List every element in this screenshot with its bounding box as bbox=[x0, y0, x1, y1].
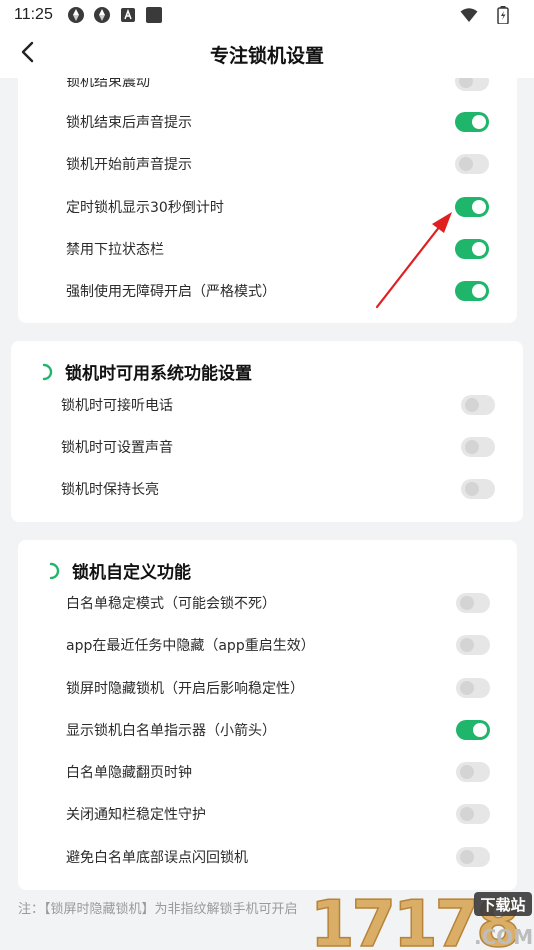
section-header: 锁机自定义功能 bbox=[48, 558, 191, 583]
toggle-switch[interactable] bbox=[456, 635, 490, 655]
section-header: 锁机时可用系统功能设置 bbox=[41, 359, 252, 384]
toggle-switch[interactable] bbox=[455, 239, 489, 259]
setting-row: 锁屏时隐藏锁机（开启后影响稳定性） bbox=[18, 667, 517, 709]
setting-row: app在最近任务中隐藏（app重启生效） bbox=[18, 624, 517, 666]
setting-label: 强制使用无障碍开启（严格模式） bbox=[66, 284, 276, 300]
setting-label: app在最近任务中隐藏（app重启生效） bbox=[66, 638, 315, 654]
loading-arc-icon bbox=[49, 562, 60, 579]
toggle-knob bbox=[465, 482, 479, 496]
toggle-switch[interactable] bbox=[456, 804, 490, 824]
setting-row: 白名单稳定模式（可能会锁不死） bbox=[18, 582, 517, 624]
settings-card-system-functions: 锁机时可用系统功能设置 锁机时可接听电话 锁机时可设置声音 锁机时保持长亮 bbox=[11, 341, 523, 522]
setting-label: 显示锁机白名单指示器（小箭头） bbox=[66, 723, 276, 739]
setting-label: 锁机结束后声音提示 bbox=[66, 115, 192, 131]
setting-row: 锁机时可设置声音 bbox=[11, 426, 523, 468]
setting-row: 锁机时保持长亮 bbox=[11, 468, 523, 510]
wifi-icon bbox=[460, 6, 478, 24]
toggle-knob bbox=[472, 284, 486, 298]
setting-row: 锁机时可接听电话 bbox=[11, 384, 523, 426]
watermark-logo: 17178 下载站 .COM bbox=[308, 886, 534, 950]
settings-card-lock-basic: 锁机结束震动 锁机结束后声音提示 锁机开始前声音提示 定时锁机显示30秒倒计时 … bbox=[18, 78, 517, 323]
setting-label: 锁屏时隐藏锁机（开启后影响稳定性） bbox=[66, 681, 304, 697]
footnote: 注：【锁屏时隐藏锁机】为非指纹解锁手机可开启 bbox=[18, 902, 298, 917]
toggle-switch[interactable] bbox=[456, 847, 490, 867]
section-title: 锁机时可用系统功能设置 bbox=[65, 364, 252, 384]
aperture-icon bbox=[93, 6, 111, 24]
square-icon bbox=[145, 6, 163, 24]
setting-row: 关闭通知栏稳定性守护 bbox=[18, 793, 517, 835]
setting-row: 定时锁机显示30秒倒计时 bbox=[18, 186, 517, 228]
toggle-switch[interactable] bbox=[456, 678, 490, 698]
toggle-knob bbox=[460, 596, 474, 610]
toggle-knob bbox=[459, 157, 473, 171]
back-button[interactable] bbox=[14, 40, 42, 68]
chevron-left-icon bbox=[20, 41, 36, 67]
setting-label: 禁用下拉状态栏 bbox=[66, 242, 164, 258]
toggle-knob bbox=[465, 440, 479, 454]
section-title: 锁机自定义功能 bbox=[72, 563, 191, 583]
toggle-switch[interactable] bbox=[456, 720, 490, 740]
setting-label: 避免白名单底部误点闪回锁机 bbox=[66, 850, 248, 866]
setting-label: 锁机时保持长亮 bbox=[61, 482, 159, 498]
setting-row: 锁机结束后声音提示 bbox=[18, 101, 517, 143]
battery-charging-icon bbox=[494, 6, 512, 24]
toggle-knob bbox=[460, 681, 474, 695]
setting-row: 禁用下拉状态栏 bbox=[18, 228, 517, 270]
setting-label: 定时锁机显示30秒倒计时 bbox=[66, 200, 224, 216]
setting-label: 锁机时可接听电话 bbox=[61, 398, 173, 414]
setting-row: 避免白名单底部误点闪回锁机 bbox=[18, 836, 517, 878]
watermark-domain: .COM bbox=[474, 925, 533, 949]
toggle-switch[interactable] bbox=[455, 281, 489, 301]
loading-arc-icon bbox=[42, 363, 53, 380]
toggle-switch[interactable] bbox=[455, 197, 489, 217]
toggle-switch[interactable] bbox=[461, 437, 495, 457]
toggle-switch[interactable] bbox=[455, 154, 489, 174]
toggle-knob bbox=[465, 398, 479, 412]
toggle-knob bbox=[460, 765, 474, 779]
toggle-knob bbox=[460, 807, 474, 821]
toggle-switch[interactable] bbox=[456, 762, 490, 782]
setting-label: 关闭通知栏稳定性守护 bbox=[66, 807, 206, 823]
page-title: 专注锁机设置 bbox=[209, 44, 324, 67]
status-time: 11:25 bbox=[14, 6, 53, 23]
toggle-knob bbox=[460, 850, 474, 864]
settings-card-custom-functions: 锁机自定义功能 白名单稳定模式（可能会锁不死） app在最近任务中隐藏（app重… bbox=[18, 540, 517, 890]
toggle-knob bbox=[472, 200, 486, 214]
toggle-switch[interactable] bbox=[461, 395, 495, 415]
setting-row: 锁机开始前声音提示 bbox=[18, 143, 517, 185]
setting-label: 白名单隐藏翻页时钟 bbox=[66, 765, 192, 781]
app-header: 专注锁机设置 bbox=[0, 30, 534, 78]
toggle-knob bbox=[460, 638, 474, 652]
setting-row: 显示锁机白名单指示器（小箭头） bbox=[18, 709, 517, 751]
toggle-knob bbox=[472, 242, 486, 256]
setting-label: 锁机时可设置声音 bbox=[61, 440, 173, 456]
setting-row: 白名单隐藏翻页时钟 bbox=[18, 751, 517, 793]
setting-row: 强制使用无障碍开启（严格模式） bbox=[18, 270, 517, 312]
status-bar: 11:25 bbox=[0, 0, 534, 30]
toggle-knob bbox=[473, 723, 487, 737]
toggle-switch[interactable] bbox=[455, 112, 489, 132]
setting-label: 锁机开始前声音提示 bbox=[66, 157, 192, 173]
watermark-tag: 下载站 bbox=[480, 896, 525, 914]
toggle-knob bbox=[472, 115, 486, 129]
aperture-icon bbox=[67, 6, 85, 24]
toggle-switch[interactable] bbox=[456, 593, 490, 613]
setting-label: 白名单稳定模式（可能会锁不死） bbox=[66, 596, 276, 612]
toggle-switch[interactable] bbox=[461, 479, 495, 499]
app-a-icon bbox=[119, 6, 137, 24]
